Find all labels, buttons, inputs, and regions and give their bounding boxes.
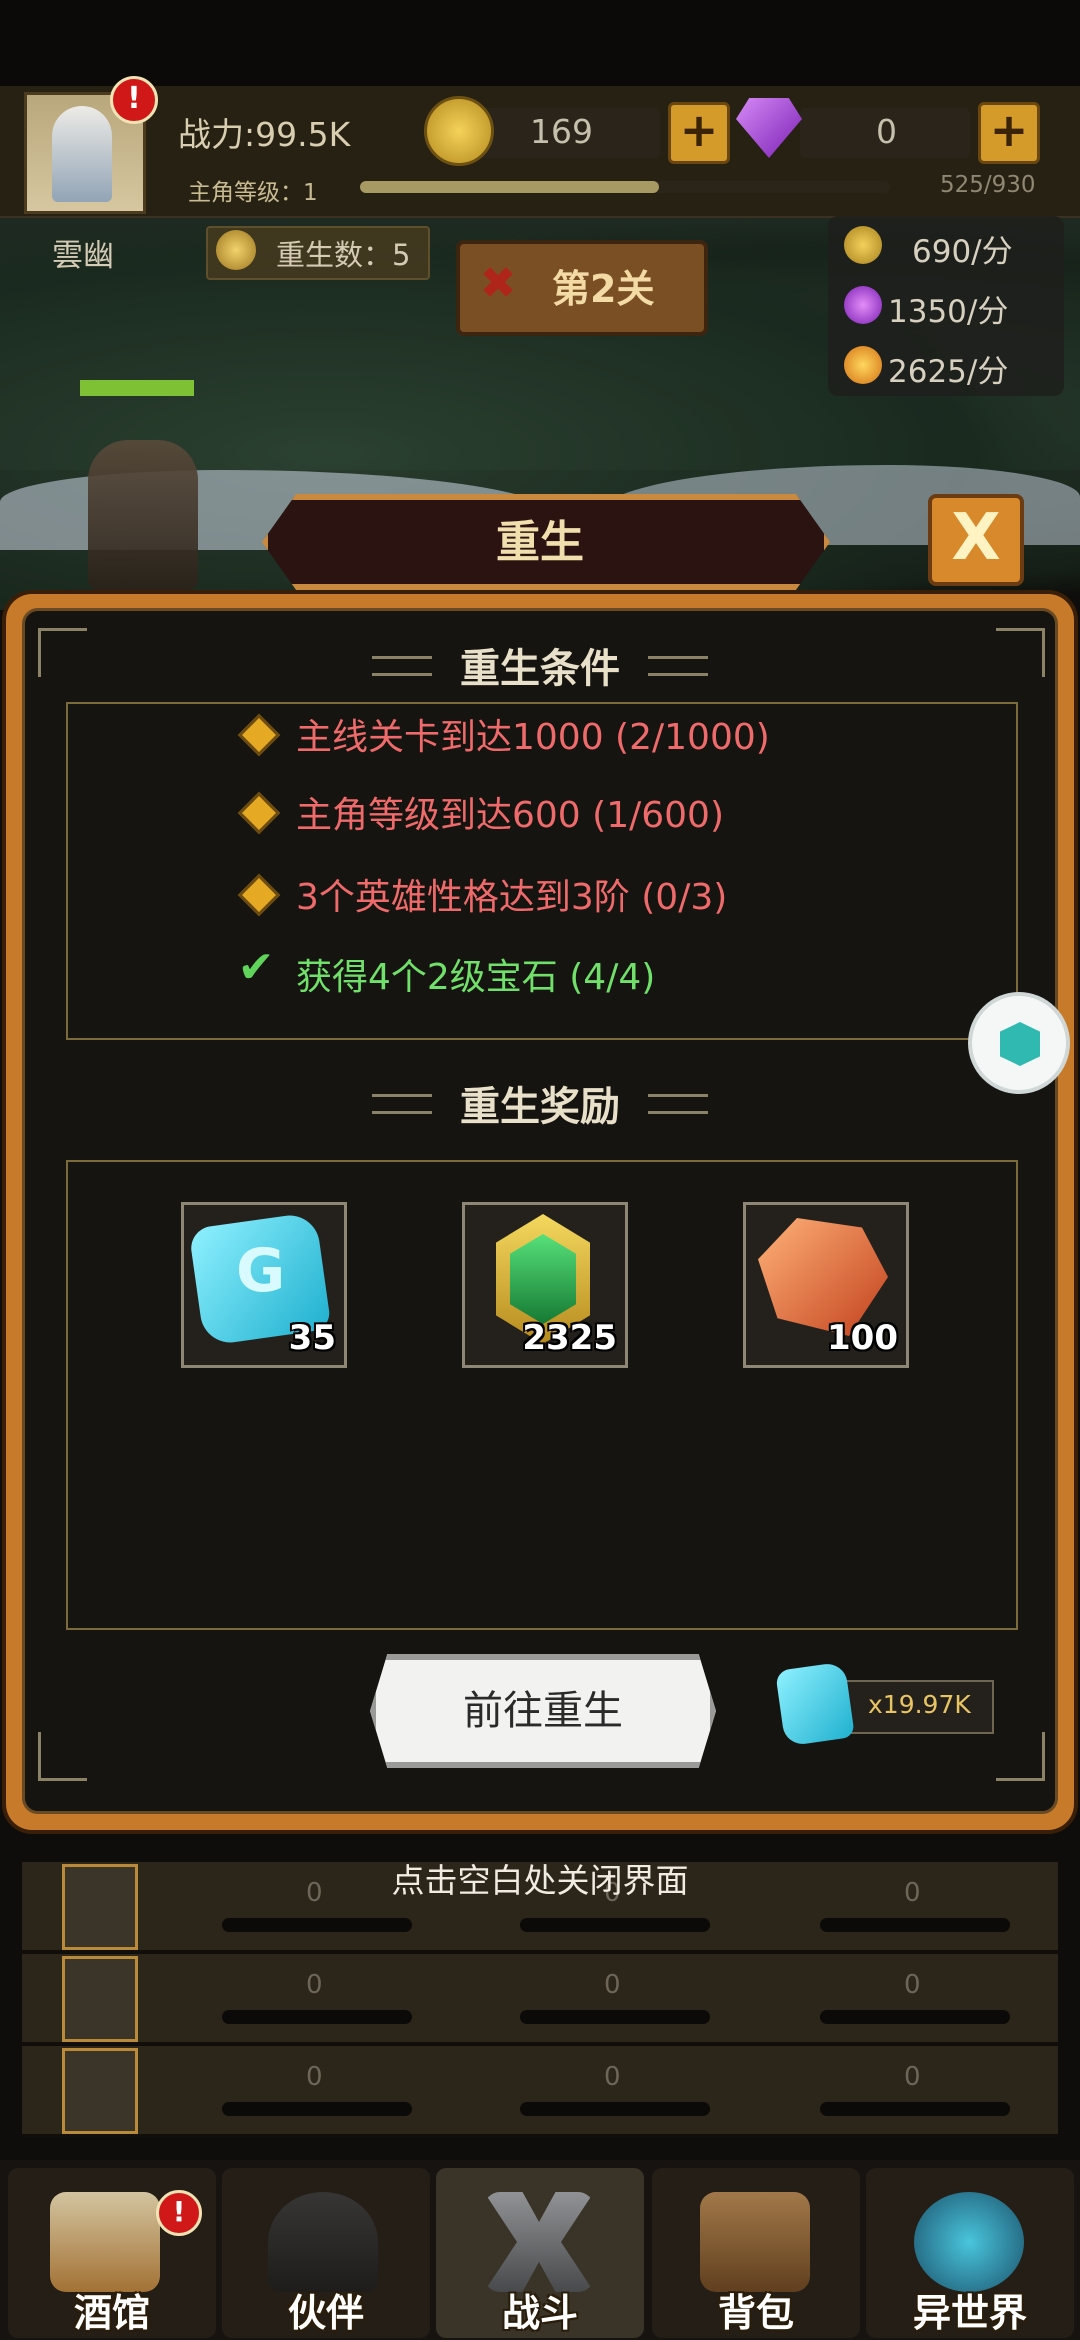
flame-rate: 2625/分 <box>888 354 1009 390</box>
exp-progress-fill <box>360 181 659 193</box>
flame-rate-icon <box>844 346 882 384</box>
row-value: 0 <box>306 2062 323 2092</box>
nav-label: 酒馆 <box>73 2291 150 2335</box>
row-progress-bar <box>520 2010 710 2024</box>
row-value: 0 <box>904 1970 921 2000</box>
tap-to-close-hint[interactable]: 点击空白处关闭界面 <box>0 1854 1080 1902</box>
row-value: 0 <box>604 2062 621 2092</box>
tavern-alert-icon: ! <box>156 2190 202 2236</box>
row-value: 0 <box>904 2062 921 2092</box>
conditions-title: 重生条件 <box>460 646 620 692</box>
reward-quantity: 2325 <box>522 1318 617 1358</box>
nav-label: 伙伴 <box>287 2291 364 2335</box>
rebirth-medal-icon <box>216 230 256 270</box>
row-progress-bar <box>820 2102 1010 2116</box>
rewards-title: 重生奖励 <box>460 1084 620 1130</box>
hero-portrait-icon <box>62 1956 138 2042</box>
row-progress-bar <box>820 2010 1010 2024</box>
condition-item-met: 获得4个2级宝石 (4/4) <box>296 957 656 998</box>
row-progress-bar <box>222 1918 412 1932</box>
dialog-title: 重生 <box>496 517 584 568</box>
avatar-portrait-icon <box>52 106 112 202</box>
list-item <box>22 1954 1058 2045</box>
avatar-alert-icon: ! <box>110 76 158 124</box>
coin-count: 169 <box>530 112 593 151</box>
condition-item: 主角等级到达600 (1/600) <box>296 795 724 836</box>
row-value: 0 <box>306 1970 323 2000</box>
hero-name: 雲幽 <box>52 238 114 274</box>
gem-count: 0 <box>876 112 897 151</box>
row-progress-bar <box>520 2102 710 2116</box>
warrior-character <box>88 440 198 590</box>
row-progress-bar <box>820 1918 1010 1932</box>
crossed-swords-stage-icon: ✖ <box>479 258 517 309</box>
tavern-mug-icon <box>50 2192 160 2292</box>
corner-ornament-icon <box>38 1732 87 1781</box>
owned-stone-count: x19.97K <box>868 1690 971 1719</box>
add-gems-button[interactable]: + <box>978 102 1040 164</box>
row-value: 0 <box>604 1970 621 2000</box>
corner-ornament-icon <box>996 1732 1045 1781</box>
nav-label: 战斗 <box>501 2291 578 2335</box>
close-dialog-button[interactable]: X <box>928 494 1024 586</box>
title-ornament-right-icon <box>648 1094 708 1114</box>
partner-icon <box>268 2192 378 2292</box>
go-rebirth-label: 前往重生 <box>463 1688 623 1734</box>
gold-coin-icon <box>424 96 494 166</box>
condition-item: 主线关卡到达1000 (2/1000) <box>296 717 770 758</box>
exp-progress-text: 525/930 <box>940 172 1036 198</box>
backpack-icon <box>700 2192 810 2292</box>
exp-rate-icon <box>844 286 882 324</box>
condition-item: 3个英雄性格达到3阶 (0/3) <box>296 877 728 918</box>
combat-power: 战力:99.5K <box>178 115 351 154</box>
exp-rate: 1350/分 <box>888 294 1009 330</box>
gold-rate: 690/分 <box>912 234 1013 270</box>
stage-label: 第2关 <box>552 267 655 311</box>
portal-icon <box>914 2192 1024 2292</box>
reward-quantity: 100 <box>827 1318 898 1358</box>
row-progress-bar <box>222 2010 412 2024</box>
list-item <box>22 2046 1058 2137</box>
reward-quantity: 35 <box>288 1318 336 1358</box>
add-coins-button[interactable]: + <box>668 102 730 164</box>
hero-health-bar <box>80 380 194 396</box>
title-ornament-right-icon <box>648 656 708 676</box>
hero-level-label: 主角等级：1 <box>188 180 318 206</box>
gold-rate-icon <box>844 226 882 264</box>
rune-glyph: G <box>236 1236 286 1306</box>
blue-rune-stone-icon <box>775 1661 855 1747</box>
nav-label: 异世界 <box>912 2291 1027 2335</box>
checkmark-icon: ✔ <box>237 942 275 993</box>
row-progress-bar <box>222 2102 412 2116</box>
nav-label: 背包 <box>717 2291 794 2335</box>
row-progress-bar <box>520 1918 710 1932</box>
hero-portrait-icon <box>62 2048 138 2134</box>
rebirth-count-text: 重生数：5 <box>276 238 411 272</box>
